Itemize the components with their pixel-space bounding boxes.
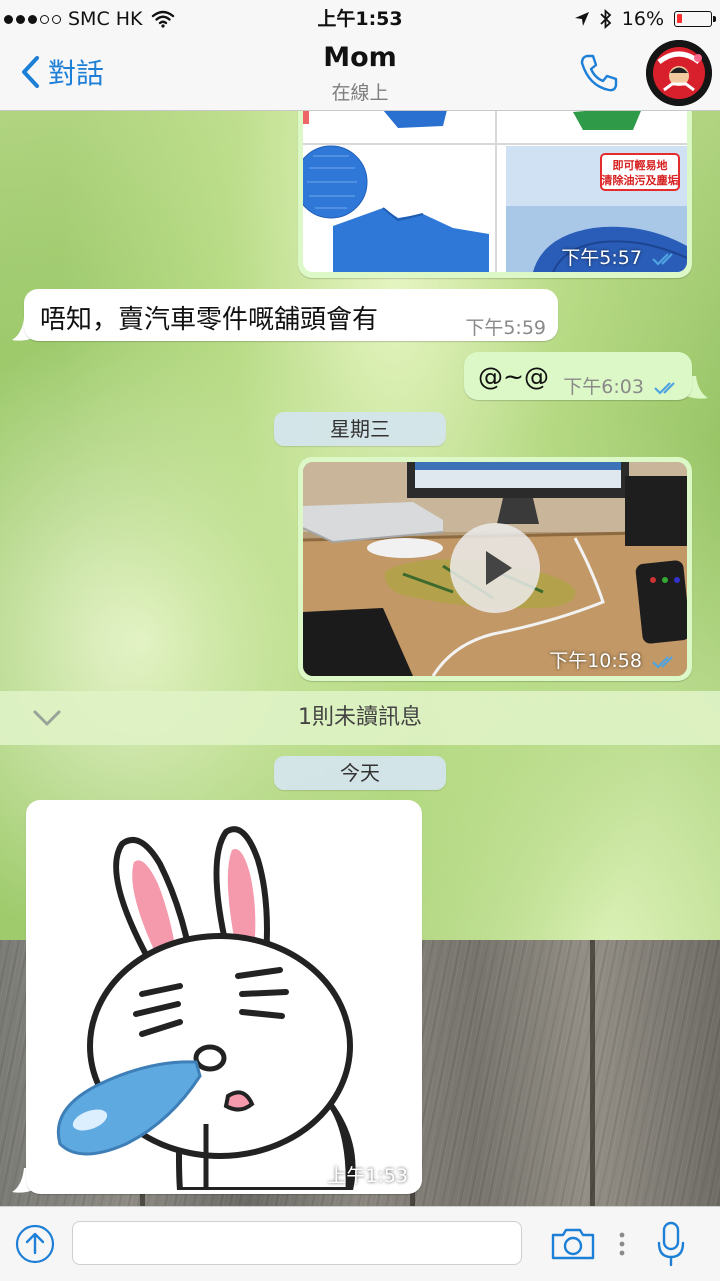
- message-time: 下午10:58: [549, 646, 678, 673]
- unread-label: 1則未讀訊息: [298, 705, 422, 730]
- play-icon: [486, 551, 512, 585]
- message-text-bubble[interactable]: 唔知，賣汽車零件嘅舖頭會有 下午5:59: [24, 289, 558, 341]
- play-button[interactable]: [450, 523, 540, 613]
- message-text-field[interactable]: [72, 1221, 522, 1265]
- chat-header: 對話 Mom 在線上: [0, 38, 720, 111]
- status-bar: SMC HK 上午1:53 16%: [0, 0, 720, 38]
- date-divider: 今天: [274, 756, 446, 790]
- message-time: 下午5:57: [561, 243, 678, 270]
- upload-icon[interactable]: [14, 1223, 56, 1265]
- battery-fill: [677, 14, 682, 23]
- message-input-bar: [0, 1206, 720, 1281]
- microphone-icon[interactable]: [656, 1221, 686, 1267]
- battery-percent: 16%: [621, 8, 664, 30]
- message-text: 唔知，賣汽車零件嘅舖頭會有: [40, 305, 379, 335]
- message-image-bubble[interactable]: 即可輕易地 清除油污及塵垢 下午5:57: [298, 96, 692, 278]
- unread-divider: 1則未讀訊息: [0, 691, 720, 745]
- bunny-sticker: [30, 804, 418, 1190]
- svg-text:清除油污及塵垢: 清除油污及塵垢: [602, 173, 679, 187]
- message-time: 上午1:53: [327, 1165, 408, 1187]
- message-text-bubble[interactable]: @~@ 下午6:03: [464, 352, 692, 400]
- avatar[interactable]: [646, 40, 712, 106]
- read-ticks-icon: [652, 655, 673, 669]
- message-text: @~@: [478, 362, 549, 391]
- message-time: 下午5:59: [465, 317, 546, 339]
- message-time: 下午6:03: [563, 372, 680, 399]
- read-ticks-icon: [652, 252, 673, 266]
- location-arrow-icon: [574, 12, 589, 26]
- read-ticks-icon: [654, 381, 675, 395]
- status-right: 16%: [574, 0, 716, 38]
- date-divider: 星期三: [274, 412, 446, 446]
- message-sticker-bubble[interactable]: 上午1:53: [26, 800, 422, 1194]
- camera-icon[interactable]: [550, 1227, 596, 1261]
- svg-text:即可輕易地: 即可輕易地: [613, 158, 668, 172]
- battery-icon: [674, 11, 716, 27]
- phone-icon[interactable]: [578, 52, 620, 94]
- more-dots-icon[interactable]: [618, 1231, 626, 1257]
- bluetooth-icon: [600, 9, 612, 29]
- message-video-bubble[interactable]: 下午10:58: [298, 457, 692, 681]
